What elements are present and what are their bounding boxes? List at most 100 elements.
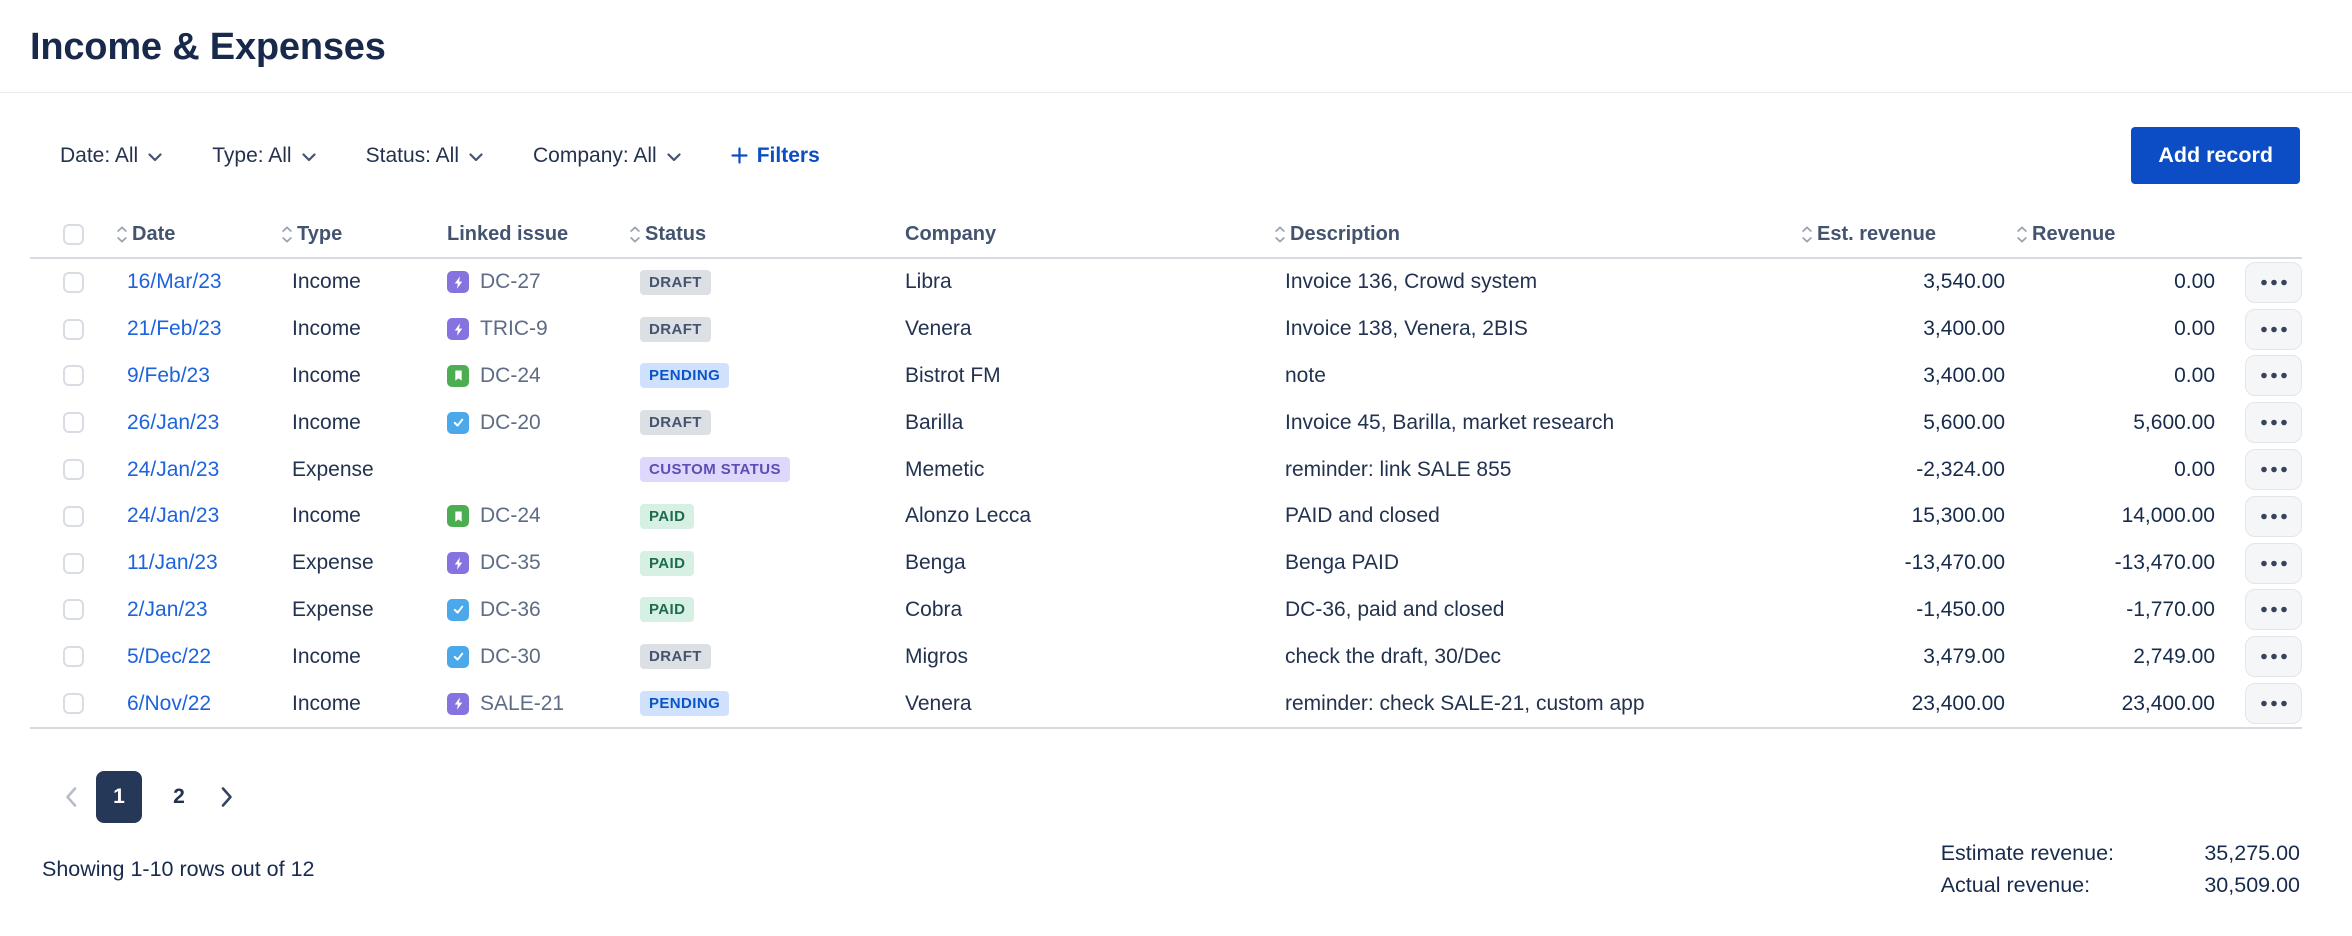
ellipsis-icon [2260, 372, 2288, 379]
column-header-est-revenue[interactable]: Est. revenue [1800, 223, 2005, 246]
date-link[interactable]: 26/Jan/23 [127, 411, 219, 435]
status-badge[interactable]: PAID [640, 504, 694, 529]
issue-key-link[interactable]: TRIC-9 [480, 317, 548, 341]
cell-linked-issue: SALE-21 [438, 692, 628, 716]
date-link[interactable]: 24/Jan/23 [127, 504, 219, 528]
select-all-cell [30, 224, 112, 245]
row-checkbox[interactable] [63, 646, 84, 667]
next-page-button[interactable] [216, 782, 238, 812]
cell-actions [2215, 449, 2302, 490]
cell-company: Venera [895, 317, 1272, 341]
status-badge[interactable]: PAID [640, 597, 694, 622]
row-actions-button[interactable] [2245, 683, 2302, 724]
row-checkbox[interactable] [63, 319, 84, 340]
page-button-1[interactable]: 1 [96, 771, 142, 823]
page-button-2[interactable]: 2 [156, 771, 202, 823]
issue-key-link[interactable]: DC-35 [480, 551, 541, 575]
date-link[interactable]: 24/Jan/23 [127, 458, 219, 482]
add-filters-button[interactable]: Filters [731, 144, 820, 168]
issue-key-link[interactable]: DC-30 [480, 645, 541, 669]
column-label: Company [905, 223, 996, 246]
issue-key-link[interactable]: DC-24 [480, 364, 541, 388]
sort-icon [629, 225, 641, 244]
row-actions-button[interactable] [2245, 543, 2302, 584]
ellipsis-icon [2260, 560, 2288, 567]
ellipsis-icon [2260, 326, 2288, 333]
row-actions-button[interactable] [2245, 309, 2302, 350]
column-header-date[interactable]: Date [112, 223, 280, 246]
status-badge[interactable]: DRAFT [640, 644, 711, 669]
add-filters-label: Filters [757, 144, 820, 168]
column-header-description[interactable]: Description [1272, 223, 1800, 246]
issue-key-link[interactable]: DC-24 [480, 504, 541, 528]
cell-date: 6/Nov/22 [112, 692, 280, 716]
issue-key-link[interactable]: DC-20 [480, 411, 541, 435]
date-link[interactable]: 2/Jan/23 [127, 598, 208, 622]
row-actions-button[interactable] [2245, 496, 2302, 537]
row-actions-button[interactable] [2245, 355, 2302, 396]
cell-linked-issue: TRIC-9 [438, 317, 628, 341]
row-checkbox[interactable] [63, 693, 84, 714]
date-link[interactable]: 9/Feb/23 [127, 364, 210, 388]
cell-status: PENDING [628, 363, 895, 388]
cell-revenue: 0.00 [2005, 270, 2215, 294]
column-header-status[interactable]: Status [628, 223, 895, 246]
date-link[interactable]: 16/Mar/23 [127, 270, 222, 294]
row-checkbox[interactable] [63, 599, 84, 620]
cell-date: 24/Jan/23 [112, 504, 280, 528]
cell-revenue: 2,749.00 [2005, 645, 2215, 669]
toolbar: Date: All Type: All Status: All Company:… [60, 127, 2300, 184]
row-actions-button[interactable] [2245, 636, 2302, 677]
column-header-revenue[interactable]: Revenue [2005, 223, 2215, 246]
date-link[interactable]: 5/Dec/22 [127, 645, 211, 669]
cell-status: PAID [628, 597, 895, 622]
row-actions-button[interactable] [2245, 589, 2302, 630]
estimate-revenue-label: Estimate revenue: [1941, 841, 2114, 866]
issue-type-task-icon [447, 412, 469, 434]
filter-type[interactable]: Type: All [212, 144, 315, 168]
issue-key-link[interactable]: DC-36 [480, 598, 541, 622]
filter-date[interactable]: Date: All [60, 144, 162, 168]
status-badge[interactable]: DRAFT [640, 410, 711, 435]
cell-status: PAID [628, 504, 895, 529]
row-actions-button[interactable] [2245, 449, 2302, 490]
row-checkbox[interactable] [63, 459, 84, 480]
cell-actions [2215, 402, 2302, 443]
status-badge[interactable]: CUSTOM STATUS [640, 457, 790, 482]
status-badge[interactable]: PAID [640, 551, 694, 576]
row-checkbox[interactable] [63, 553, 84, 574]
estimate-revenue-value: 35,275.00 [2140, 841, 2300, 866]
status-badge[interactable]: PENDING [640, 691, 729, 716]
row-checkbox[interactable] [63, 365, 84, 386]
column-header-type[interactable]: Type [280, 223, 438, 246]
cell-linked-issue: DC-24 [438, 364, 628, 388]
cell-description: Invoice 136, Crowd system [1272, 270, 1800, 294]
date-link[interactable]: 21/Feb/23 [127, 317, 222, 341]
cell-type: Income [280, 364, 438, 388]
table-row: 6/Nov/22IncomeSALE-21PENDINGVeneraremind… [30, 680, 2302, 727]
row-checkbox[interactable] [63, 272, 84, 293]
filter-company[interactable]: Company: All [533, 144, 681, 168]
issue-type-epic-icon [447, 552, 469, 574]
row-checkbox[interactable] [63, 412, 84, 433]
filter-status[interactable]: Status: All [366, 144, 483, 168]
status-badge[interactable]: PENDING [640, 363, 729, 388]
column-label: Type [297, 223, 342, 246]
cell-status: DRAFT [628, 317, 895, 342]
table-row: 26/Jan/23IncomeDC-20DRAFTBarillaInvoice … [30, 399, 2302, 446]
row-actions-button[interactable] [2245, 402, 2302, 443]
add-record-button[interactable]: Add record [2131, 127, 2300, 184]
cell-est-revenue: 15,300.00 [1800, 504, 2005, 528]
status-badge[interactable]: DRAFT [640, 317, 711, 342]
row-checkbox[interactable] [63, 506, 84, 527]
status-badge[interactable]: DRAFT [640, 270, 711, 295]
issue-key-link[interactable]: SALE-21 [480, 692, 564, 716]
date-link[interactable]: 6/Nov/22 [127, 692, 211, 716]
cell-est-revenue: 3,400.00 [1800, 364, 2005, 388]
date-link[interactable]: 11/Jan/23 [127, 551, 218, 575]
cell-description: reminder: check SALE-21, custom app [1272, 692, 1800, 716]
previous-page-button[interactable] [60, 782, 82, 812]
select-all-checkbox[interactable] [63, 224, 84, 245]
row-actions-button[interactable] [2245, 262, 2302, 303]
issue-key-link[interactable]: DC-27 [480, 270, 541, 294]
